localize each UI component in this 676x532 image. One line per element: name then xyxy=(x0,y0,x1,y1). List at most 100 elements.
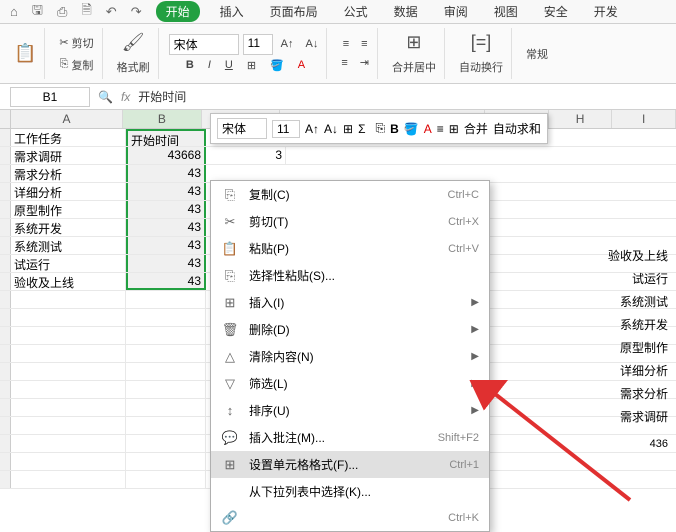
cell[interactable]: 系统开发 xyxy=(11,219,126,236)
mini-size[interactable]: 11 xyxy=(272,120,300,138)
col-header-A[interactable]: A xyxy=(11,110,124,128)
cell[interactable]: 详细分析 xyxy=(11,183,126,200)
cell[interactable] xyxy=(126,399,206,416)
preview-icon[interactable]: 🗎 xyxy=(81,1,91,23)
font-size-select[interactable]: 11 xyxy=(243,34,273,55)
cut-button[interactable]: ✂ 剪切 xyxy=(55,33,97,53)
mini-format-icon[interactable]: ⎘ xyxy=(376,121,386,136)
cell[interactable] xyxy=(11,381,126,398)
copy-button[interactable]: ⎘ 复制 xyxy=(56,55,98,75)
col-header-B[interactable]: B xyxy=(123,110,201,128)
cell[interactable]: 43668 xyxy=(126,147,206,164)
cell[interactable] xyxy=(126,435,206,452)
cell[interactable]: 43 xyxy=(126,183,206,200)
cell[interactable]: 43 xyxy=(126,255,206,272)
cell[interactable]: 工作任务 xyxy=(11,129,126,146)
wrap-button[interactable]: [=] xyxy=(467,30,496,55)
cell[interactable] xyxy=(11,471,126,488)
font-color-button[interactable]: A xyxy=(294,57,309,74)
cell[interactable]: 需求调研 xyxy=(11,147,126,164)
col-header-I[interactable]: I xyxy=(612,110,676,128)
cell[interactable] xyxy=(11,309,126,326)
cell[interactable] xyxy=(126,471,206,488)
cell[interactable] xyxy=(11,345,126,362)
menu-paste[interactable]: 📋粘贴(P)Ctrl+V xyxy=(211,235,489,262)
cell[interactable] xyxy=(11,291,126,308)
menu-comment[interactable]: 💬插入批注(M)...Shift+F2 xyxy=(211,424,489,451)
mini-fill-icon[interactable]: 🪣 xyxy=(404,122,419,136)
cell[interactable] xyxy=(126,345,206,362)
formula-input[interactable]: 开始时间 xyxy=(138,88,186,105)
tab-safe[interactable]: 安全 xyxy=(538,0,574,23)
tab-start[interactable]: 开始 xyxy=(156,1,200,22)
mini-decrease-font-icon[interactable]: A↓ xyxy=(324,122,338,136)
increase-font-icon[interactable]: A↑ xyxy=(277,34,298,55)
underline-button[interactable]: U xyxy=(221,57,237,74)
cell[interactable]: 开始时间 xyxy=(126,129,206,146)
cell[interactable]: 需求分析 xyxy=(11,165,126,182)
menu-insert[interactable]: ⊞插入(I)▶ xyxy=(211,289,489,316)
mini-align-icon[interactable]: ≡ xyxy=(437,122,444,136)
cell[interactable] xyxy=(11,417,126,434)
menu-dropdown[interactable]: 从下拉列表中选择(K)... xyxy=(211,478,489,505)
cell[interactable]: 43 xyxy=(126,237,206,254)
tab-data[interactable]: 数据 xyxy=(388,0,424,23)
tab-review[interactable]: 审阅 xyxy=(438,0,474,23)
mini-grid-icon[interactable]: ⊞ xyxy=(449,122,459,136)
cell[interactable]: 验收及上线 xyxy=(11,273,126,290)
menu-delete[interactable]: 🗑删除(D)▶ xyxy=(211,316,489,343)
cell[interactable] xyxy=(126,309,206,326)
mini-merge[interactable]: 合并 xyxy=(464,120,488,137)
font-select[interactable]: 宋体 xyxy=(169,34,239,55)
name-box[interactable]: B1 xyxy=(10,87,90,107)
fill-color-button[interactable]: 🪣 xyxy=(266,57,288,74)
align-center-icon[interactable]: ≡ xyxy=(357,36,371,52)
merge-button[interactable]: ⊞ xyxy=(402,30,425,55)
cell[interactable] xyxy=(126,381,206,398)
cell[interactable] xyxy=(126,327,206,344)
cell[interactable]: 43 xyxy=(126,201,206,218)
print-icon[interactable]: ⎙ xyxy=(57,4,67,20)
cell[interactable] xyxy=(126,417,206,434)
tab-page-layout[interactable]: 页面布局 xyxy=(264,0,324,23)
cell[interactable]: 43 xyxy=(126,165,206,182)
search-icon[interactable]: 🔍 xyxy=(98,90,113,104)
align-bottom-icon[interactable]: ≡ xyxy=(337,54,351,71)
undo-icon[interactable]: ↶ xyxy=(106,4,117,20)
tab-formula[interactable]: 公式 xyxy=(338,0,374,23)
format-normal[interactable]: 常规 xyxy=(522,44,552,64)
col-header-H[interactable]: H xyxy=(549,110,613,128)
cell[interactable] xyxy=(11,435,126,452)
mini-border-icon[interactable]: ⊞ xyxy=(343,122,353,136)
menu-hyperlink[interactable]: 🔗Ctrl+K xyxy=(211,505,489,531)
menu-paste-special[interactable]: ⎘选择性粘贴(S)... xyxy=(211,262,489,289)
decrease-font-icon[interactable]: A↓ xyxy=(301,34,322,55)
menu-sort[interactable]: ↕排序(U)▶ xyxy=(211,397,489,424)
cell[interactable] xyxy=(11,363,126,380)
cell[interactable]: 43 xyxy=(126,219,206,236)
menu-copy[interactable]: ⎘复制(C)Ctrl+C xyxy=(211,181,489,208)
cell[interactable] xyxy=(126,291,206,308)
mini-increase-font-icon[interactable]: A↑ xyxy=(305,122,319,136)
redo-icon[interactable]: ↷ xyxy=(131,4,142,20)
menu-clear[interactable]: △清除内容(N)▶ xyxy=(211,343,489,370)
menu-cut[interactable]: ✂剪切(T)Ctrl+X xyxy=(211,208,489,235)
tab-insert[interactable]: 插入 xyxy=(214,0,250,23)
mini-font-color-icon[interactable]: A xyxy=(424,122,432,136)
cell[interactable] xyxy=(11,453,126,470)
format-painter-button[interactable]: 🖌 xyxy=(118,30,149,55)
cell[interactable] xyxy=(126,453,206,470)
mini-autosum[interactable]: 自动求和 xyxy=(493,120,541,137)
mini-sum-icon[interactable]: Σ xyxy=(358,122,365,136)
mini-font[interactable]: 宋体 xyxy=(217,118,267,139)
cell[interactable]: 系统测试 xyxy=(11,237,126,254)
cell[interactable] xyxy=(11,399,126,416)
align-left-icon[interactable]: ≡ xyxy=(339,36,353,52)
paste-button[interactable]: 📋 xyxy=(10,41,40,66)
italic-button[interactable]: I xyxy=(204,57,215,74)
menu-format-cells[interactable]: ⊞设置单元格格式(F)...Ctrl+1 xyxy=(211,451,489,478)
tab-view[interactable]: 视图 xyxy=(488,0,524,23)
cell[interactable] xyxy=(11,327,126,344)
bold-button[interactable]: B xyxy=(182,57,198,74)
menu-filter[interactable]: ▽筛选(L)▶ xyxy=(211,370,489,397)
